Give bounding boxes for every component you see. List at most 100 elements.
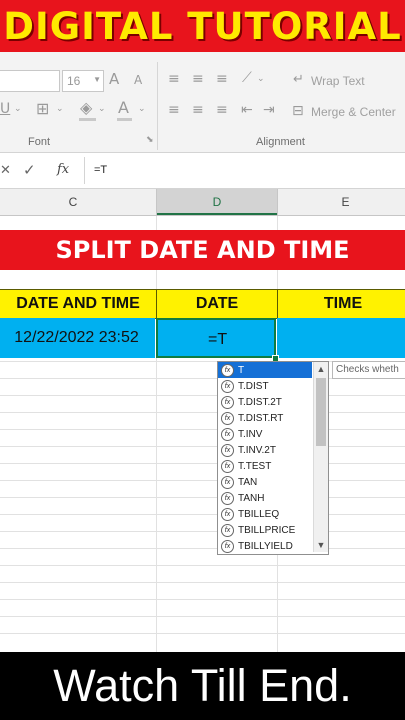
cell-time[interactable] bbox=[277, 318, 405, 358]
borders-icon[interactable]: ⊞ bbox=[36, 101, 49, 117]
align-right-icon[interactable]: ≡ bbox=[216, 103, 228, 117]
grid-row-line bbox=[0, 616, 405, 617]
cell-date-and-time[interactable]: 12/22/2022 23:52 bbox=[0, 318, 155, 358]
header-cell-time[interactable]: TIME bbox=[277, 289, 405, 319]
grid-row-line bbox=[0, 429, 405, 430]
function-icon: fx bbox=[221, 395, 234, 409]
formula-bar: ✕ ✓ fx =T bbox=[0, 153, 405, 189]
section-title: SPLIT DATE AND TIME bbox=[55, 236, 350, 264]
autocomplete-item[interactable]: fx T.INV bbox=[218, 426, 312, 442]
autocomplete-item-label: T.DIST.2T bbox=[238, 396, 282, 408]
column-header-d[interactable]: D bbox=[157, 189, 277, 215]
autocomplete-item-label: T.TEST bbox=[238, 460, 272, 472]
grid-row-line bbox=[0, 514, 405, 515]
function-icon: fx bbox=[221, 363, 234, 377]
autocomplete-item-label: T.DIST bbox=[238, 380, 269, 392]
autocomplete-item[interactable]: fx TBILLEQ bbox=[218, 506, 312, 522]
decrease-indent-icon[interactable]: ⇤ bbox=[241, 103, 253, 117]
header-cell-date-and-time[interactable]: DATE AND TIME bbox=[0, 289, 157, 319]
grow-font-button[interactable]: A bbox=[109, 72, 119, 87]
ribbon-separator bbox=[157, 62, 158, 150]
autocomplete-item[interactable]: fx T.INV.2T bbox=[218, 442, 312, 458]
col-divider bbox=[277, 189, 278, 215]
bottom-banner: Watch Till End. bbox=[0, 652, 405, 720]
cell-date-editing-text: =T bbox=[208, 331, 228, 348]
bottom-align-icon[interactable]: ≡ bbox=[216, 72, 228, 86]
function-icon: fx bbox=[221, 427, 234, 441]
underline-button[interactable]: U bbox=[0, 102, 10, 116]
increase-indent-icon[interactable]: ⇥ bbox=[263, 103, 275, 117]
wrap-text-button[interactable]: Wrap Text bbox=[311, 74, 365, 88]
formula-input[interactable]: =T bbox=[94, 164, 107, 176]
function-icon: fx bbox=[221, 491, 234, 505]
merge-center-button[interactable]: Merge & Center bbox=[311, 105, 396, 119]
function-icon: fx bbox=[221, 475, 234, 489]
chevron-down-icon: ⌄ bbox=[138, 104, 146, 114]
grid-row-line bbox=[0, 463, 405, 464]
function-icon: fx bbox=[221, 411, 234, 425]
autocomplete-item[interactable]: fx T.DIST.RT bbox=[218, 410, 312, 426]
insert-function-icon[interactable]: fx bbox=[57, 162, 69, 177]
ribbon: 16 ▼ A A U ⌄ ⊞ ⌄ ◈ ⌄ A ⌄ Font ⬊ ≡ ≡ ≡ ⟋ … bbox=[0, 52, 405, 153]
autocomplete-item[interactable]: fx T bbox=[218, 362, 312, 378]
autocomplete-item-label: TBILLEQ bbox=[238, 508, 280, 520]
font-size-value: 16 bbox=[67, 74, 81, 88]
enter-icon[interactable]: ✓ bbox=[23, 161, 36, 179]
column-header-e[interactable]: E bbox=[278, 189, 405, 215]
chevron-down-icon[interactable]: ▼ bbox=[314, 538, 328, 552]
function-icon: fx bbox=[221, 459, 234, 473]
autocomplete-item-label: T.DIST.RT bbox=[238, 412, 284, 424]
autocomplete-item-label: T.INV bbox=[238, 428, 263, 440]
autocomplete-item-label: T.INV.2T bbox=[238, 444, 276, 456]
font-name-box[interactable] bbox=[0, 70, 60, 92]
chevron-down-icon: ▼ bbox=[93, 75, 101, 84]
autocomplete-item[interactable]: fx TBILLYIELD bbox=[218, 538, 312, 554]
autocomplete-item[interactable]: fx TANH bbox=[218, 490, 312, 506]
grid-row-line bbox=[0, 548, 405, 549]
wrap-text-icon[interactable]: ↵ bbox=[293, 73, 304, 86]
chevron-down-icon: ⌄ bbox=[14, 104, 22, 114]
function-icon: fx bbox=[221, 523, 234, 537]
font-size-box[interactable]: 16 ▼ bbox=[62, 70, 104, 92]
col-divider bbox=[156, 189, 157, 215]
autocomplete-item[interactable]: fx T.DIST.2T bbox=[218, 394, 312, 410]
grid-col-line bbox=[156, 216, 157, 652]
middle-align-icon[interactable]: ≡ bbox=[192, 72, 204, 86]
function-icon: fx bbox=[221, 507, 234, 521]
section-title-banner: SPLIT DATE AND TIME bbox=[0, 230, 405, 270]
shrink-font-button[interactable]: A bbox=[134, 74, 142, 86]
orientation-icon[interactable]: ⟋ bbox=[242, 71, 252, 85]
function-autocomplete-list: fx T fx T.DIST fx T.DIST.2T fx T.DIST.RT fx T… bbox=[217, 361, 329, 555]
align-left-icon[interactable]: ≡ bbox=[168, 103, 180, 117]
autocomplete-item-label: TBILLYIELD bbox=[238, 540, 293, 552]
autocomplete-item[interactable]: fx TAN bbox=[218, 474, 312, 490]
autocomplete-item[interactable]: fx T.DIST bbox=[218, 378, 312, 394]
autocomplete-item[interactable]: fx T.TEST bbox=[218, 458, 312, 474]
font-color-button[interactable]: A bbox=[118, 100, 129, 116]
autocomplete-scrollbar[interactable]: ▲ ▼ bbox=[313, 362, 328, 552]
autocomplete-item[interactable]: fx TBILLPRICE bbox=[218, 522, 312, 538]
grid-row-line bbox=[0, 599, 405, 600]
top-align-icon[interactable]: ≡ bbox=[168, 72, 180, 86]
cell-date-active[interactable]: =T bbox=[156, 318, 276, 358]
merge-center-icon[interactable]: ⊟ bbox=[292, 104, 304, 118]
top-banner: DIGITAL TUTORIAL bbox=[0, 0, 405, 52]
worksheet-grid[interactable] bbox=[0, 216, 405, 652]
scrollbar-thumb[interactable] bbox=[316, 378, 326, 446]
function-tooltip: Checks wheth bbox=[332, 361, 405, 379]
align-center-icon[interactable]: ≡ bbox=[192, 103, 204, 117]
column-header-c[interactable]: C bbox=[0, 189, 156, 215]
grid-row-line bbox=[0, 531, 405, 532]
function-icon: fx bbox=[221, 379, 234, 393]
cancel-icon[interactable]: ✕ bbox=[0, 162, 11, 178]
chevron-down-icon: ⌄ bbox=[98, 104, 106, 114]
grid-row-line bbox=[0, 582, 405, 583]
autocomplete-item-label: TBILLPRICE bbox=[238, 524, 296, 536]
dialog-launcher-icon[interactable]: ⬊ bbox=[146, 136, 154, 145]
header-cell-date[interactable]: DATE bbox=[156, 289, 278, 319]
chevron-down-icon: ⌄ bbox=[56, 104, 64, 114]
fill-color-icon[interactable]: ◈ bbox=[80, 100, 92, 116]
grid-row-line bbox=[0, 633, 405, 634]
chevron-up-icon[interactable]: ▲ bbox=[314, 362, 328, 376]
column-headers: C D E bbox=[0, 189, 405, 216]
